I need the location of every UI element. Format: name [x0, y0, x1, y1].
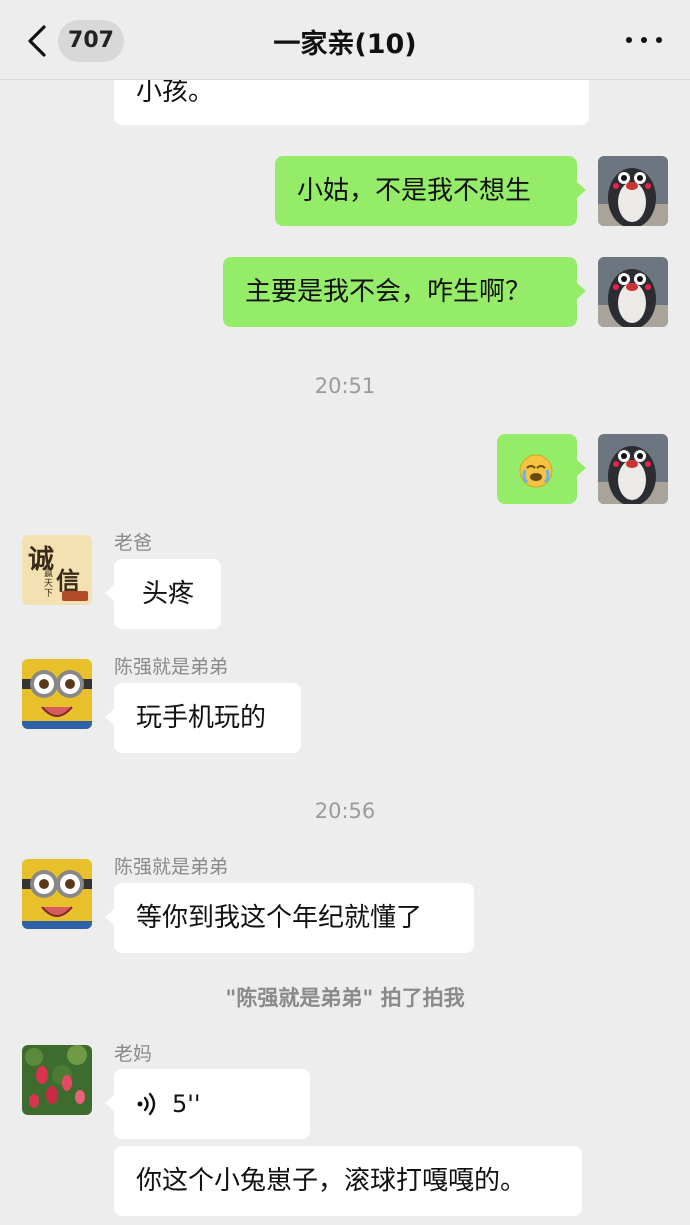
my-avatar[interactable]	[598, 156, 668, 226]
my-message-bubble[interactable]	[497, 434, 586, 504]
timestamp: 20:51	[314, 374, 376, 398]
brother-avatar[interactable]	[22, 659, 92, 729]
voice-wave-icon	[137, 1092, 156, 1116]
avatar-decoration	[62, 591, 88, 601]
sender-name: 陈强就是弟弟	[114, 656, 229, 678]
penguin-avatar-image	[598, 257, 668, 327]
more-options-icon[interactable]	[626, 34, 662, 46]
chat-title: 一家亲(10)	[273, 29, 417, 60]
flower-avatar-image	[22, 1045, 92, 1115]
message-bubble[interactable]: 玩手机玩的	[105, 683, 301, 753]
avatar-caption: 赢天下	[44, 569, 54, 599]
my-message-bubble[interactable]: 主要是我不会，咋生啊？	[223, 257, 586, 327]
message-bubble[interactable]: 等你到我这个年纪就懂了	[105, 883, 474, 953]
my-message-bubble[interactable]: 小姑，不是我不想生	[275, 156, 586, 226]
crying-face-emoji-icon	[519, 454, 553, 488]
voice-message-bubble[interactable]: 5''	[105, 1069, 310, 1139]
message-bubble[interactable]: 你这个小兔崽子，滚球打嘎嘎的。	[114, 1146, 582, 1216]
sender-name: 老爸	[114, 532, 153, 554]
timestamp: 20:56	[314, 799, 376, 823]
minion-avatar-image	[22, 859, 92, 929]
my-avatar[interactable]	[598, 434, 668, 504]
chat-header: 707 一家亲(10)	[0, 0, 690, 80]
penguin-avatar-image	[598, 434, 668, 504]
pat-system-message: "陈强就是弟弟" 拍了拍我	[225, 986, 465, 1010]
dad-avatar[interactable]: 诚 信 赢天下	[22, 535, 92, 605]
sender-name: 陈强就是弟弟	[114, 856, 229, 878]
voice-duration: 5''	[172, 1090, 201, 1118]
brother-avatar[interactable]	[22, 859, 92, 929]
penguin-avatar-image	[598, 156, 668, 226]
minion-avatar-image	[22, 659, 92, 729]
sender-name: 老妈	[114, 1043, 153, 1065]
mom-avatar[interactable]	[22, 1045, 92, 1115]
message-bubble[interactable]: 头疼	[105, 559, 221, 629]
my-avatar[interactable]	[598, 257, 668, 327]
